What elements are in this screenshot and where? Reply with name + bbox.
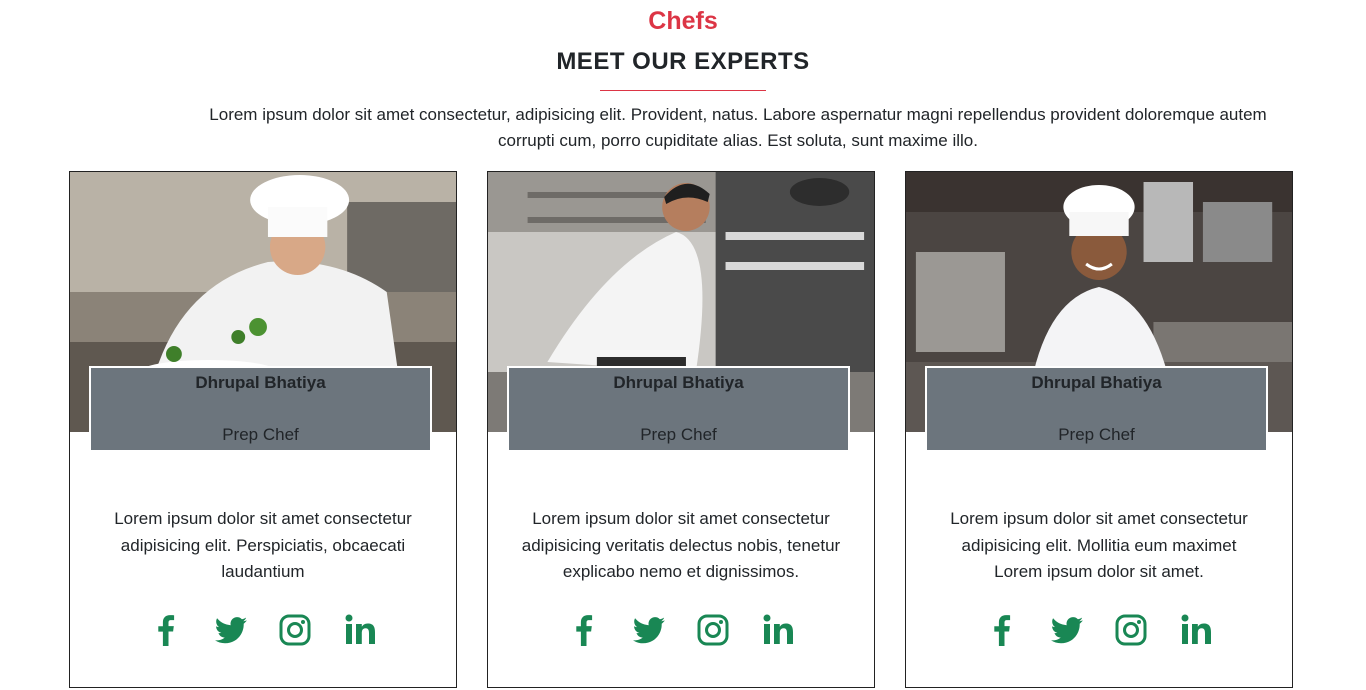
linkedin-icon[interactable] [758, 610, 798, 650]
chef-namebox: Dhrupal Bhatiya Prep Chef [507, 366, 850, 452]
chef-description: Lorem ipsum dolor sit amet consectetur a… [950, 509, 1248, 581]
instagram-icon[interactable] [1111, 610, 1151, 650]
chef-name: Dhrupal Bhatiya [1031, 373, 1162, 392]
social-links [70, 610, 456, 650]
social-links [906, 610, 1292, 650]
twitter-icon[interactable] [1047, 610, 1087, 650]
linkedin-icon[interactable] [340, 610, 380, 650]
instagram-icon[interactable] [275, 610, 315, 650]
chef-card: Dhrupal Bhatiya Prep Chef Lorem ipsum do… [69, 171, 457, 688]
section-intro: Lorem ipsum dolor sit amet consectetur, … [209, 105, 1267, 150]
twitter-icon[interactable] [629, 610, 669, 650]
social-links [488, 610, 874, 650]
title-underline [600, 90, 766, 91]
chef-name: Dhrupal Bhatiya [613, 373, 744, 392]
facebook-icon[interactable] [982, 610, 1022, 650]
chef-name: Dhrupal Bhatiya [195, 373, 326, 392]
chef-namebox: Dhrupal Bhatiya Prep Chef [925, 366, 1268, 452]
chef-role: Prep Chef [1058, 425, 1135, 444]
chef-description: Lorem ipsum dolor sit amet consectetur a… [114, 509, 412, 581]
chef-card: Dhrupal Bhatiya Prep Chef Lorem ipsum do… [905, 171, 1293, 688]
facebook-icon[interactable] [146, 610, 186, 650]
chef-description: Lorem ipsum dolor sit amet consectetur a… [521, 509, 841, 581]
chef-role: Prep Chef [640, 425, 717, 444]
chef-card: Dhrupal Bhatiya Prep Chef Lorem ipsum do… [487, 171, 875, 688]
section-tag: Chefs [648, 7, 718, 35]
linkedin-icon[interactable] [1176, 610, 1216, 650]
section-title: MEET OUR EXPERTS [556, 48, 810, 75]
twitter-icon[interactable] [211, 610, 251, 650]
facebook-icon[interactable] [564, 610, 604, 650]
chef-namebox: Dhrupal Bhatiya Prep Chef [89, 366, 432, 452]
instagram-icon[interactable] [693, 610, 733, 650]
chef-role: Prep Chef [222, 425, 299, 444]
